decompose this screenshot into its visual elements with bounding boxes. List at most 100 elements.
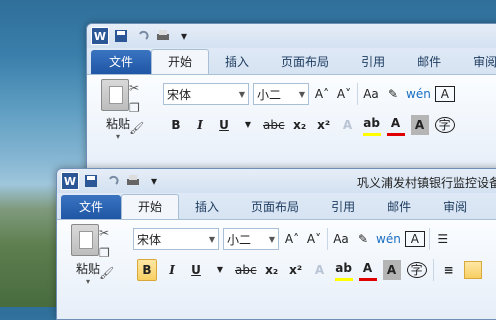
grow-font-icon[interactable]: A˄ xyxy=(313,84,331,104)
print-icon[interactable] xyxy=(124,172,142,190)
align-center-icon[interactable] xyxy=(463,260,482,279)
tab-page-layout[interactable]: 页面布局 xyxy=(235,195,315,219)
divider xyxy=(327,228,328,250)
bold-button[interactable]: B xyxy=(167,115,185,135)
change-case-icon[interactable]: Aa xyxy=(332,229,350,249)
font-name-value: 宋体 xyxy=(137,232,162,247)
tab-view[interactable]: 视图 xyxy=(483,195,496,219)
italic-button[interactable]: I xyxy=(191,115,209,135)
text-effects-icon[interactable]: A xyxy=(339,115,357,135)
font-name-select[interactable]: 宋体 ▼ xyxy=(163,83,249,105)
word-app-icon[interactable]: W xyxy=(61,172,79,190)
tab-insert[interactable]: 插入 xyxy=(179,195,235,219)
change-case-icon[interactable]: Aa xyxy=(362,84,380,104)
tab-file[interactable]: 文件 xyxy=(91,50,152,74)
superscript-button[interactable]: x² xyxy=(287,260,305,280)
subscript-button[interactable]: x₂ xyxy=(263,260,281,280)
divider xyxy=(432,258,434,281)
shrink-font-icon[interactable]: A˅ xyxy=(305,229,323,249)
clear-format-icon[interactable]: ✎ xyxy=(384,84,402,104)
tab-insert[interactable]: 插入 xyxy=(209,50,265,74)
save-icon[interactable] xyxy=(112,27,130,45)
undo-icon[interactable] xyxy=(103,172,121,190)
quick-access-toolbar: W ▾ xyxy=(91,27,193,45)
ribbon: 粘贴 ▾ ✂ ❐ 🖌 宋体 ▼ 小二 ▼ A˄ A˅ Aa ✎ wén A ☰ B xyxy=(57,220,496,319)
character-shading-icon[interactable]: A xyxy=(382,259,401,280)
strikethrough-button[interactable]: abc xyxy=(263,115,285,135)
cut-icon[interactable]: ✂ xyxy=(99,226,114,240)
tab-review[interactable]: 审阅 xyxy=(457,50,496,74)
tab-home[interactable]: 开始 xyxy=(151,49,210,74)
ribbon-tabs: 文件 开始 插入 页面布局 引用 邮件 审阅 视图 xyxy=(57,193,496,220)
superscript-button[interactable]: x² xyxy=(315,115,333,135)
underline-button[interactable]: U xyxy=(215,115,233,135)
divider xyxy=(428,228,430,250)
font-size-select[interactable]: 小二 ▼ xyxy=(223,228,279,250)
word-app-icon[interactable]: W xyxy=(91,27,109,45)
highlight-color-icon[interactable]: ab xyxy=(362,113,381,136)
font-size-value: 小二 xyxy=(257,87,282,102)
tab-page-layout[interactable]: 页面布局 xyxy=(265,50,345,74)
format-painter-icon[interactable]: 🖌 xyxy=(129,121,144,135)
font-row: 宋体 ▼ 小二 ▼ A˄ A˅ Aa ✎ wén A xyxy=(163,83,455,105)
tab-mailings[interactable]: 邮件 xyxy=(401,50,457,74)
underline-dropdown-icon[interactable]: ▼ xyxy=(239,115,257,135)
bold-button[interactable]: B xyxy=(137,258,157,281)
underline-dropdown-icon[interactable]: ▼ xyxy=(211,260,229,280)
phonetic-guide-icon[interactable]: wén xyxy=(376,229,401,249)
font-color-icon[interactable]: A xyxy=(386,113,405,136)
enclose-characters-icon[interactable]: 字 xyxy=(434,116,455,133)
font-color-icon[interactable]: A xyxy=(358,258,377,281)
quick-access-toolbar: W ▾ xyxy=(61,172,163,190)
cut-icon[interactable]: ✂ xyxy=(129,81,144,95)
tab-home[interactable]: 开始 xyxy=(121,194,180,219)
format-row: B I U ▼ abc x₂ x² A ab A A 字 ≡ xyxy=(137,258,482,281)
character-border-icon[interactable]: A xyxy=(404,231,425,247)
grow-font-icon[interactable]: A˄ xyxy=(283,229,301,249)
tab-mailings[interactable]: 邮件 xyxy=(371,195,427,219)
highlight-color-icon[interactable]: ab xyxy=(334,258,353,281)
copy-icon[interactable]: ❐ xyxy=(129,101,144,115)
word-window-back: W ▾ 文件 开始 插入 页面布局 引用 邮件 审阅 粘贴 ▾ ✂ ❐ 🖌 宋体… xyxy=(86,23,496,175)
undo-icon[interactable] xyxy=(133,27,151,45)
shrink-font-icon[interactable]: A˅ xyxy=(335,84,353,104)
chevron-down-icon: ▼ xyxy=(298,89,305,99)
font-name-select[interactable]: 宋体 ▼ xyxy=(133,228,219,250)
phonetic-guide-icon[interactable]: wén xyxy=(406,84,431,104)
enclose-characters-icon[interactable]: 字 xyxy=(406,261,427,278)
format-row: B I U ▼ abc x₂ x² A ab A A 字 xyxy=(167,113,455,136)
format-painter-icon[interactable]: 🖌 xyxy=(99,266,114,280)
tab-references[interactable]: 引用 xyxy=(345,50,401,74)
copy-icon[interactable]: ❐ xyxy=(99,246,114,260)
chevron-down-icon: ▼ xyxy=(268,234,275,244)
customize-qat-icon[interactable]: ▾ xyxy=(145,172,163,190)
clipboard-small-icons: ✂ ❐ 🖌 xyxy=(99,226,114,280)
chevron-down-icon: ▼ xyxy=(208,234,215,244)
text-effects-icon[interactable]: A xyxy=(311,260,329,280)
chevron-down-icon: ▼ xyxy=(238,89,245,99)
font-size-select[interactable]: 小二 ▼ xyxy=(253,83,309,105)
tab-file[interactable]: 文件 xyxy=(61,195,122,219)
title-bar: W ▾ xyxy=(87,24,496,48)
paste-icon[interactable] xyxy=(71,224,99,256)
font-row: 宋体 ▼ 小二 ▼ A˄ A˅ Aa ✎ wén A ☰ xyxy=(133,228,452,250)
subscript-button[interactable]: x₂ xyxy=(291,115,309,135)
customize-qat-icon[interactable]: ▾ xyxy=(175,27,193,45)
underline-button[interactable]: U xyxy=(187,260,205,280)
italic-button[interactable]: I xyxy=(163,260,181,280)
save-icon[interactable] xyxy=(82,172,100,190)
clear-format-icon[interactable]: ✎ xyxy=(354,229,372,249)
clipboard-small-icons: ✂ ❐ 🖌 xyxy=(129,81,144,135)
tab-references[interactable]: 引用 xyxy=(315,195,371,219)
tab-review[interactable]: 审阅 xyxy=(427,195,483,219)
divider xyxy=(357,83,358,105)
print-icon[interactable] xyxy=(154,27,172,45)
character-shading-icon[interactable]: A xyxy=(410,114,429,135)
bullets-icon[interactable]: ☰ xyxy=(434,229,452,249)
strikethrough-button[interactable]: abc xyxy=(235,260,257,280)
paste-icon[interactable] xyxy=(101,79,129,111)
window-title: 巩义浦发村镇银行监控设备 xyxy=(356,176,496,190)
ribbon-tabs: 文件 开始 插入 页面布局 引用 邮件 审阅 xyxy=(87,48,496,75)
character-border-icon[interactable]: A xyxy=(434,86,455,102)
align-left-icon[interactable]: ≡ xyxy=(440,260,458,280)
